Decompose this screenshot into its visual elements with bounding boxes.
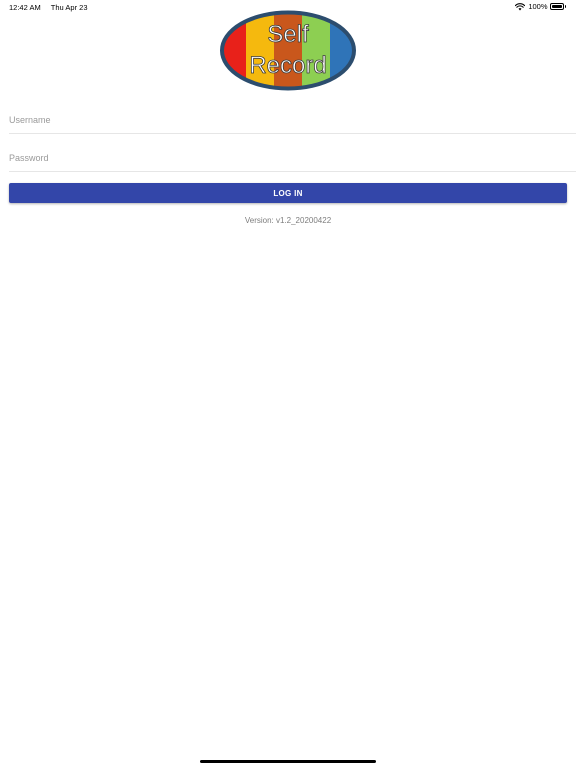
home-indicator[interactable] [200, 760, 376, 763]
version-label: Version: v1.2_20200422 [244, 216, 332, 225]
app-logo: Self Record [220, 10, 356, 91]
battery-fill [551, 5, 562, 8]
status-left: 12:42 AM Thu Apr 23 [9, 3, 88, 12]
battery-percent: 100% [528, 2, 548, 11]
login-button[interactable]: LOG IN [9, 183, 567, 203]
logo-text-record: Record [249, 52, 326, 79]
status-right: 100% [515, 2, 566, 11]
logo-text-self: Self [267, 21, 309, 48]
battery-cap [564, 5, 566, 8]
username-input[interactable] [9, 107, 576, 134]
wifi-icon [515, 2, 526, 10]
status-time: 12:42 AM [9, 3, 41, 12]
battery-icon [549, 3, 564, 10]
password-input[interactable] [9, 145, 576, 172]
status-date: Thu Apr 23 [50, 3, 88, 12]
